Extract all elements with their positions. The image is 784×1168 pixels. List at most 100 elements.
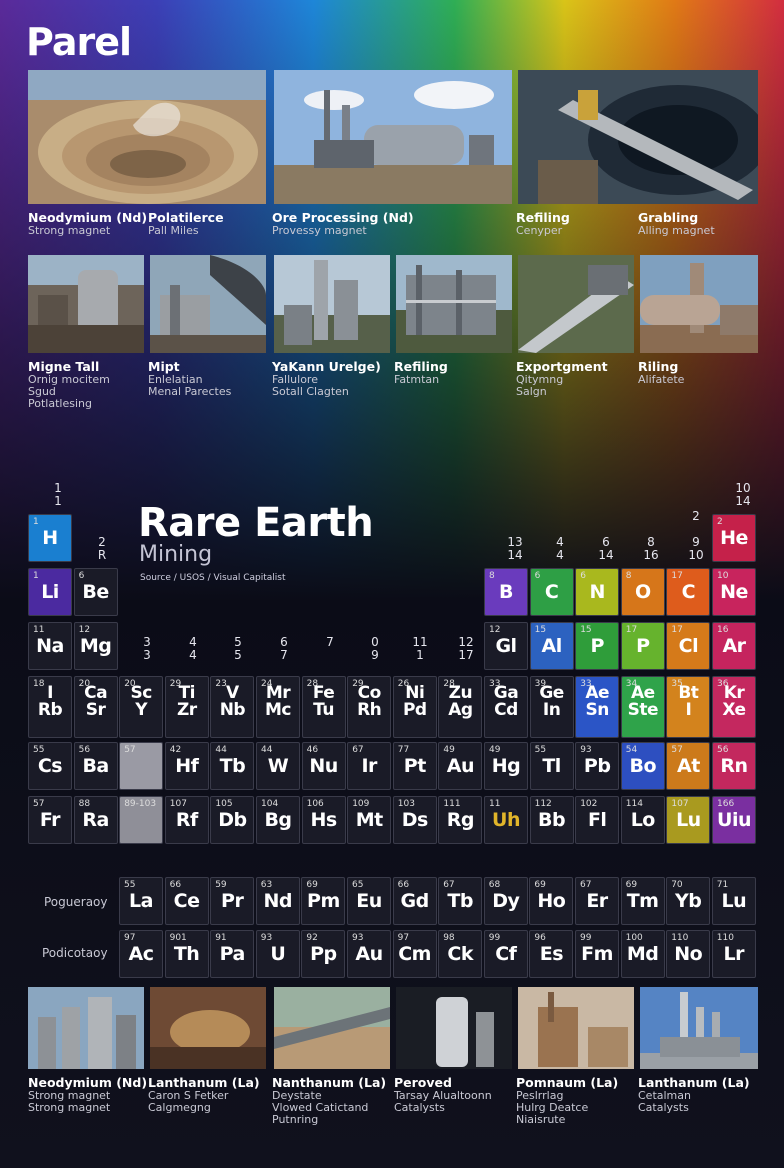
element-cell[interactable]: 10 Ne (712, 568, 756, 616)
element-cell[interactable]: 89-103 (119, 796, 164, 844)
element-cell[interactable]: 1 Li (28, 568, 72, 616)
atomic-number: 110 (671, 933, 689, 943)
element-cell[interactable]: 166 Uiu (712, 796, 756, 844)
element-cell[interactable]: 105 Db (210, 796, 255, 844)
element-cell[interactable]: 98 Ck (438, 930, 483, 978)
element-cell[interactable]: 46 Nu (301, 742, 346, 790)
mid-caption-1: Migne Tall Ornig mocitem Sgud Potlatlesi… (28, 360, 144, 410)
element-cell[interactable]: 55 Tl (529, 742, 574, 790)
element-symbol: Hg (491, 755, 521, 777)
element-cell[interactable]: 17 C (666, 568, 711, 616)
element-cell[interactable]: 57 At (666, 742, 711, 790)
element-cell[interactable]: 8O (620, 568, 665, 616)
atomic-number: 8 (489, 571, 495, 581)
element-cell[interactable]: 103 Ds (392, 796, 437, 844)
element-cell[interactable]: 110 Lr (711, 930, 756, 978)
element-cell[interactable]: 63 Nd (255, 877, 300, 925)
element-cell[interactable]: 24 Mr Mc (256, 676, 300, 738)
element-cell[interactable]: 97 Cm (392, 930, 437, 978)
element-cell[interactable]: 70 Yb (666, 877, 711, 925)
element-cell[interactable]: 18 I Rb (28, 676, 72, 738)
element-cell[interactable]: 68 Dy (483, 877, 528, 925)
element-cell[interactable]: 93 Au (347, 930, 391, 978)
element-cell[interactable]: 96 Es (529, 930, 574, 978)
element-cell[interactable]: 88 Ra (73, 796, 118, 844)
element-cell[interactable]: 23 V Nb (210, 676, 255, 738)
element-cell[interactable]: 8B (484, 568, 528, 616)
element-cell[interactable]: 15 P (575, 622, 620, 670)
element-cell[interactable]: 109 Mt (347, 796, 392, 844)
element-cell[interactable]: 56 Ba (73, 742, 118, 790)
element-cell[interactable]: 15 Al (529, 622, 574, 670)
element-cell[interactable]: 69 Tm (620, 877, 665, 925)
element-cell[interactable]: 55 La (119, 877, 163, 925)
element-cell[interactable]: 112 Bb (529, 796, 574, 844)
element-cell[interactable]: 55 Cs (28, 742, 72, 790)
element-cell[interactable]: 66 Gd (392, 877, 437, 925)
element-cell[interactable]: 114 Lo (620, 796, 665, 844)
element-cell[interactable]: 67 Er (575, 877, 619, 925)
element-cell[interactable]: 100 Md (620, 930, 665, 978)
element-cell[interactable]: 49 Au (438, 742, 483, 790)
element-cell[interactable]: 28 Zu Ag (438, 676, 483, 738)
element-cell[interactable]: 16 Ar (712, 622, 756, 670)
element-cell[interactable]: 36 Kr Xe (712, 676, 756, 738)
element-cell[interactable]: 11 Na (28, 622, 72, 670)
element-cell[interactable]: 97 Ac (119, 930, 163, 978)
element-cell[interactable]: 107 Rf (164, 796, 209, 844)
element-cell[interactable]: 67 Ir (347, 742, 392, 790)
element-cell[interactable]: 17 Cl (666, 622, 711, 670)
element-cell[interactable]: 34 Ae Ste (620, 676, 665, 738)
element-cell[interactable]: 26 Ni Pd (392, 676, 437, 738)
element-cell[interactable]: 99 Cf (483, 930, 528, 978)
element-cell[interactable]: 44 Tb (210, 742, 255, 790)
element-cell[interactable]: 29 Ti Zr (164, 676, 209, 738)
element-cell[interactable]: 33 Ae Sn (575, 676, 620, 738)
element-cell[interactable]: 33 Ga Cd (484, 676, 528, 738)
element-cell[interactable]: 66 Ce (164, 877, 209, 925)
element-cell[interactable]: 92 Pp (301, 930, 346, 978)
element-cell[interactable]: 54 Bo (620, 742, 665, 790)
element-cell[interactable]: 104 Bg (256, 796, 300, 844)
element-cell[interactable]: 102 Fl (575, 796, 620, 844)
element-cell[interactable]: 29 Co Rh (347, 676, 392, 738)
element-cell[interactable]: 65 Eu (347, 877, 391, 925)
element-cell[interactable]: 12 Mg (73, 622, 118, 670)
element-cell[interactable]: 106 Hs (301, 796, 346, 844)
element-cell[interactable]: 35 Bt I (666, 676, 711, 738)
element-cell[interactable]: 20 Sc Y (119, 676, 164, 738)
element-cell[interactable]: 57 (119, 742, 164, 790)
element-cell[interactable]: 57 Fr (28, 796, 72, 844)
element-cell[interactable]: 69 Pm (301, 877, 346, 925)
element-cell[interactable]: 111 Rg (438, 796, 483, 844)
element-cell[interactable]: 2 He (712, 514, 756, 562)
element-cell[interactable]: 6 Be (73, 568, 118, 616)
element-cell[interactable]: 91 Pa (210, 930, 255, 978)
element-cell[interactable]: 42 Hf (164, 742, 209, 790)
element-cell[interactable]: 107 Lu (666, 796, 711, 844)
element-cell[interactable]: 28 Fe Tu (301, 676, 346, 738)
element-cell[interactable]: 59 Pr (210, 877, 255, 925)
element-cell[interactable]: 44 W (256, 742, 300, 790)
element-cell[interactable]: 901 Th (164, 930, 209, 978)
element-cell[interactable]: 1H (28, 514, 72, 562)
element-cell[interactable]: 93 Pb (575, 742, 620, 790)
atomic-number: 97 (124, 933, 136, 943)
element-cell[interactable]: 17 P (620, 622, 665, 670)
element-cell[interactable]: 49 Hg (484, 742, 528, 790)
element-cell[interactable]: 6C (529, 568, 574, 616)
element-cell[interactable]: 93 U (255, 930, 300, 978)
element-cell[interactable]: 12 Gl (484, 622, 528, 670)
element-cell[interactable]: 99 Fm (575, 930, 619, 978)
element-cell[interactable]: 11 Uh (484, 796, 528, 844)
atomic-number: 17 (671, 625, 683, 635)
element-cell[interactable]: 110 No (666, 930, 711, 978)
element-cell[interactable]: 56 Rn (712, 742, 756, 790)
element-cell[interactable]: 67 Tb (438, 877, 483, 925)
element-cell[interactable]: 39 Ge In (529, 676, 574, 738)
element-cell[interactable]: 20 Ca Sr (73, 676, 118, 738)
element-cell[interactable]: 69 Ho (529, 877, 574, 925)
element-cell[interactable]: 77 Pt (392, 742, 437, 790)
element-cell[interactable]: 6N (575, 568, 620, 616)
element-cell[interactable]: 71 Lu (711, 877, 756, 925)
